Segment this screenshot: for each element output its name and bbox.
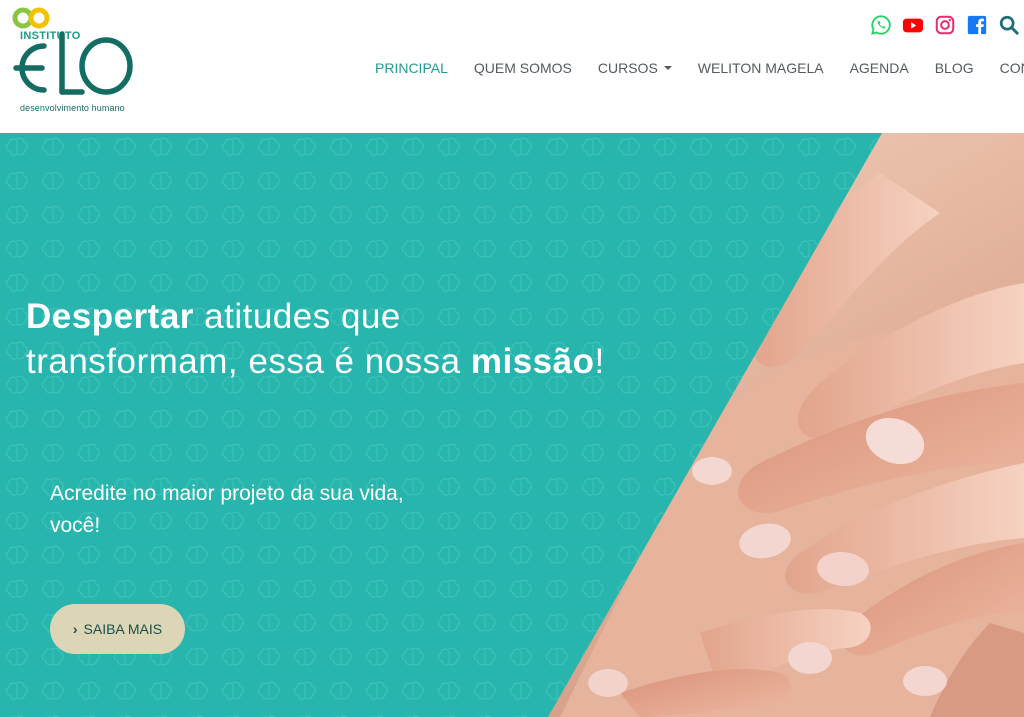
nav-item-principal[interactable]: PRINCIPAL: [362, 60, 461, 76]
subline-line-1: Acredite no maior projeto da sua vida,: [50, 482, 404, 505]
nav-item-label: CURSOS: [597, 60, 658, 76]
social-links: [870, 13, 1020, 37]
headline-text-2: transformam, essa é nossa: [26, 342, 471, 382]
chevron-down-icon: [663, 66, 672, 70]
nav-item-weliton-magela[interactable]: WELITON MAGELA: [685, 60, 837, 76]
hero-headline: Despertar atitudes que transformam, essa …: [26, 294, 666, 384]
headline-text-1: atitudes que: [193, 297, 401, 337]
nav-item-cursos[interactable]: CURSOS: [585, 60, 685, 76]
nav-item-label: PRINCIPAL: [375, 60, 448, 76]
hero-banner: Despertar atitudes que transformam, essa …: [0, 133, 1024, 717]
subline-line-2: você!: [50, 514, 101, 537]
cta-label: SAIBA MAIS: [83, 621, 163, 637]
main-nav: PRINCIPAL QUEM SOMOS CURSOS WELITON MAGE…: [362, 58, 1024, 78]
chevron-right-icon: ›: [72, 621, 78, 637]
logo-elo-wordmark: [13, 31, 133, 95]
nav-item-contato[interactable]: CONTATO: [987, 60, 1024, 76]
headline-bold-1: Despertar: [26, 297, 194, 337]
saiba-mais-button[interactable]: › SAIBA MAIS: [50, 604, 185, 654]
nav-item-label: WELITON MAGELA: [697, 60, 824, 76]
site-header: INSTITUTO desenvolvimento humano PRINCIP…: [0, 0, 1024, 133]
youtube-icon[interactable]: [902, 14, 924, 36]
nav-item-label: AGENDA: [849, 60, 909, 76]
logo-rings-icon: [12, 7, 50, 29]
nav-item-label: CONTATO: [999, 60, 1024, 76]
headline-text-3: !: [594, 342, 605, 382]
facebook-icon[interactable]: [966, 14, 988, 36]
instagram-icon[interactable]: [934, 14, 956, 36]
logo-tagline: desenvolvimento humano: [20, 103, 125, 113]
whatsapp-icon[interactable]: [870, 14, 892, 36]
nav-item-label: BLOG: [934, 60, 974, 76]
nav-item-label: QUEM SOMOS: [473, 60, 572, 76]
hero-subline: Acredite no maior projeto da sua vida, vo…: [50, 478, 480, 542]
nav-item-quem-somos[interactable]: QUEM SOMOS: [461, 60, 585, 76]
nav-item-agenda[interactable]: AGENDA: [837, 60, 922, 76]
nav-item-blog[interactable]: BLOG: [922, 60, 987, 76]
search-icon[interactable]: [998, 14, 1020, 36]
instituto-elo-logo[interactable]: INSTITUTO desenvolvimento humano: [8, 4, 148, 116]
headline-bold-2: missão: [470, 342, 595, 382]
